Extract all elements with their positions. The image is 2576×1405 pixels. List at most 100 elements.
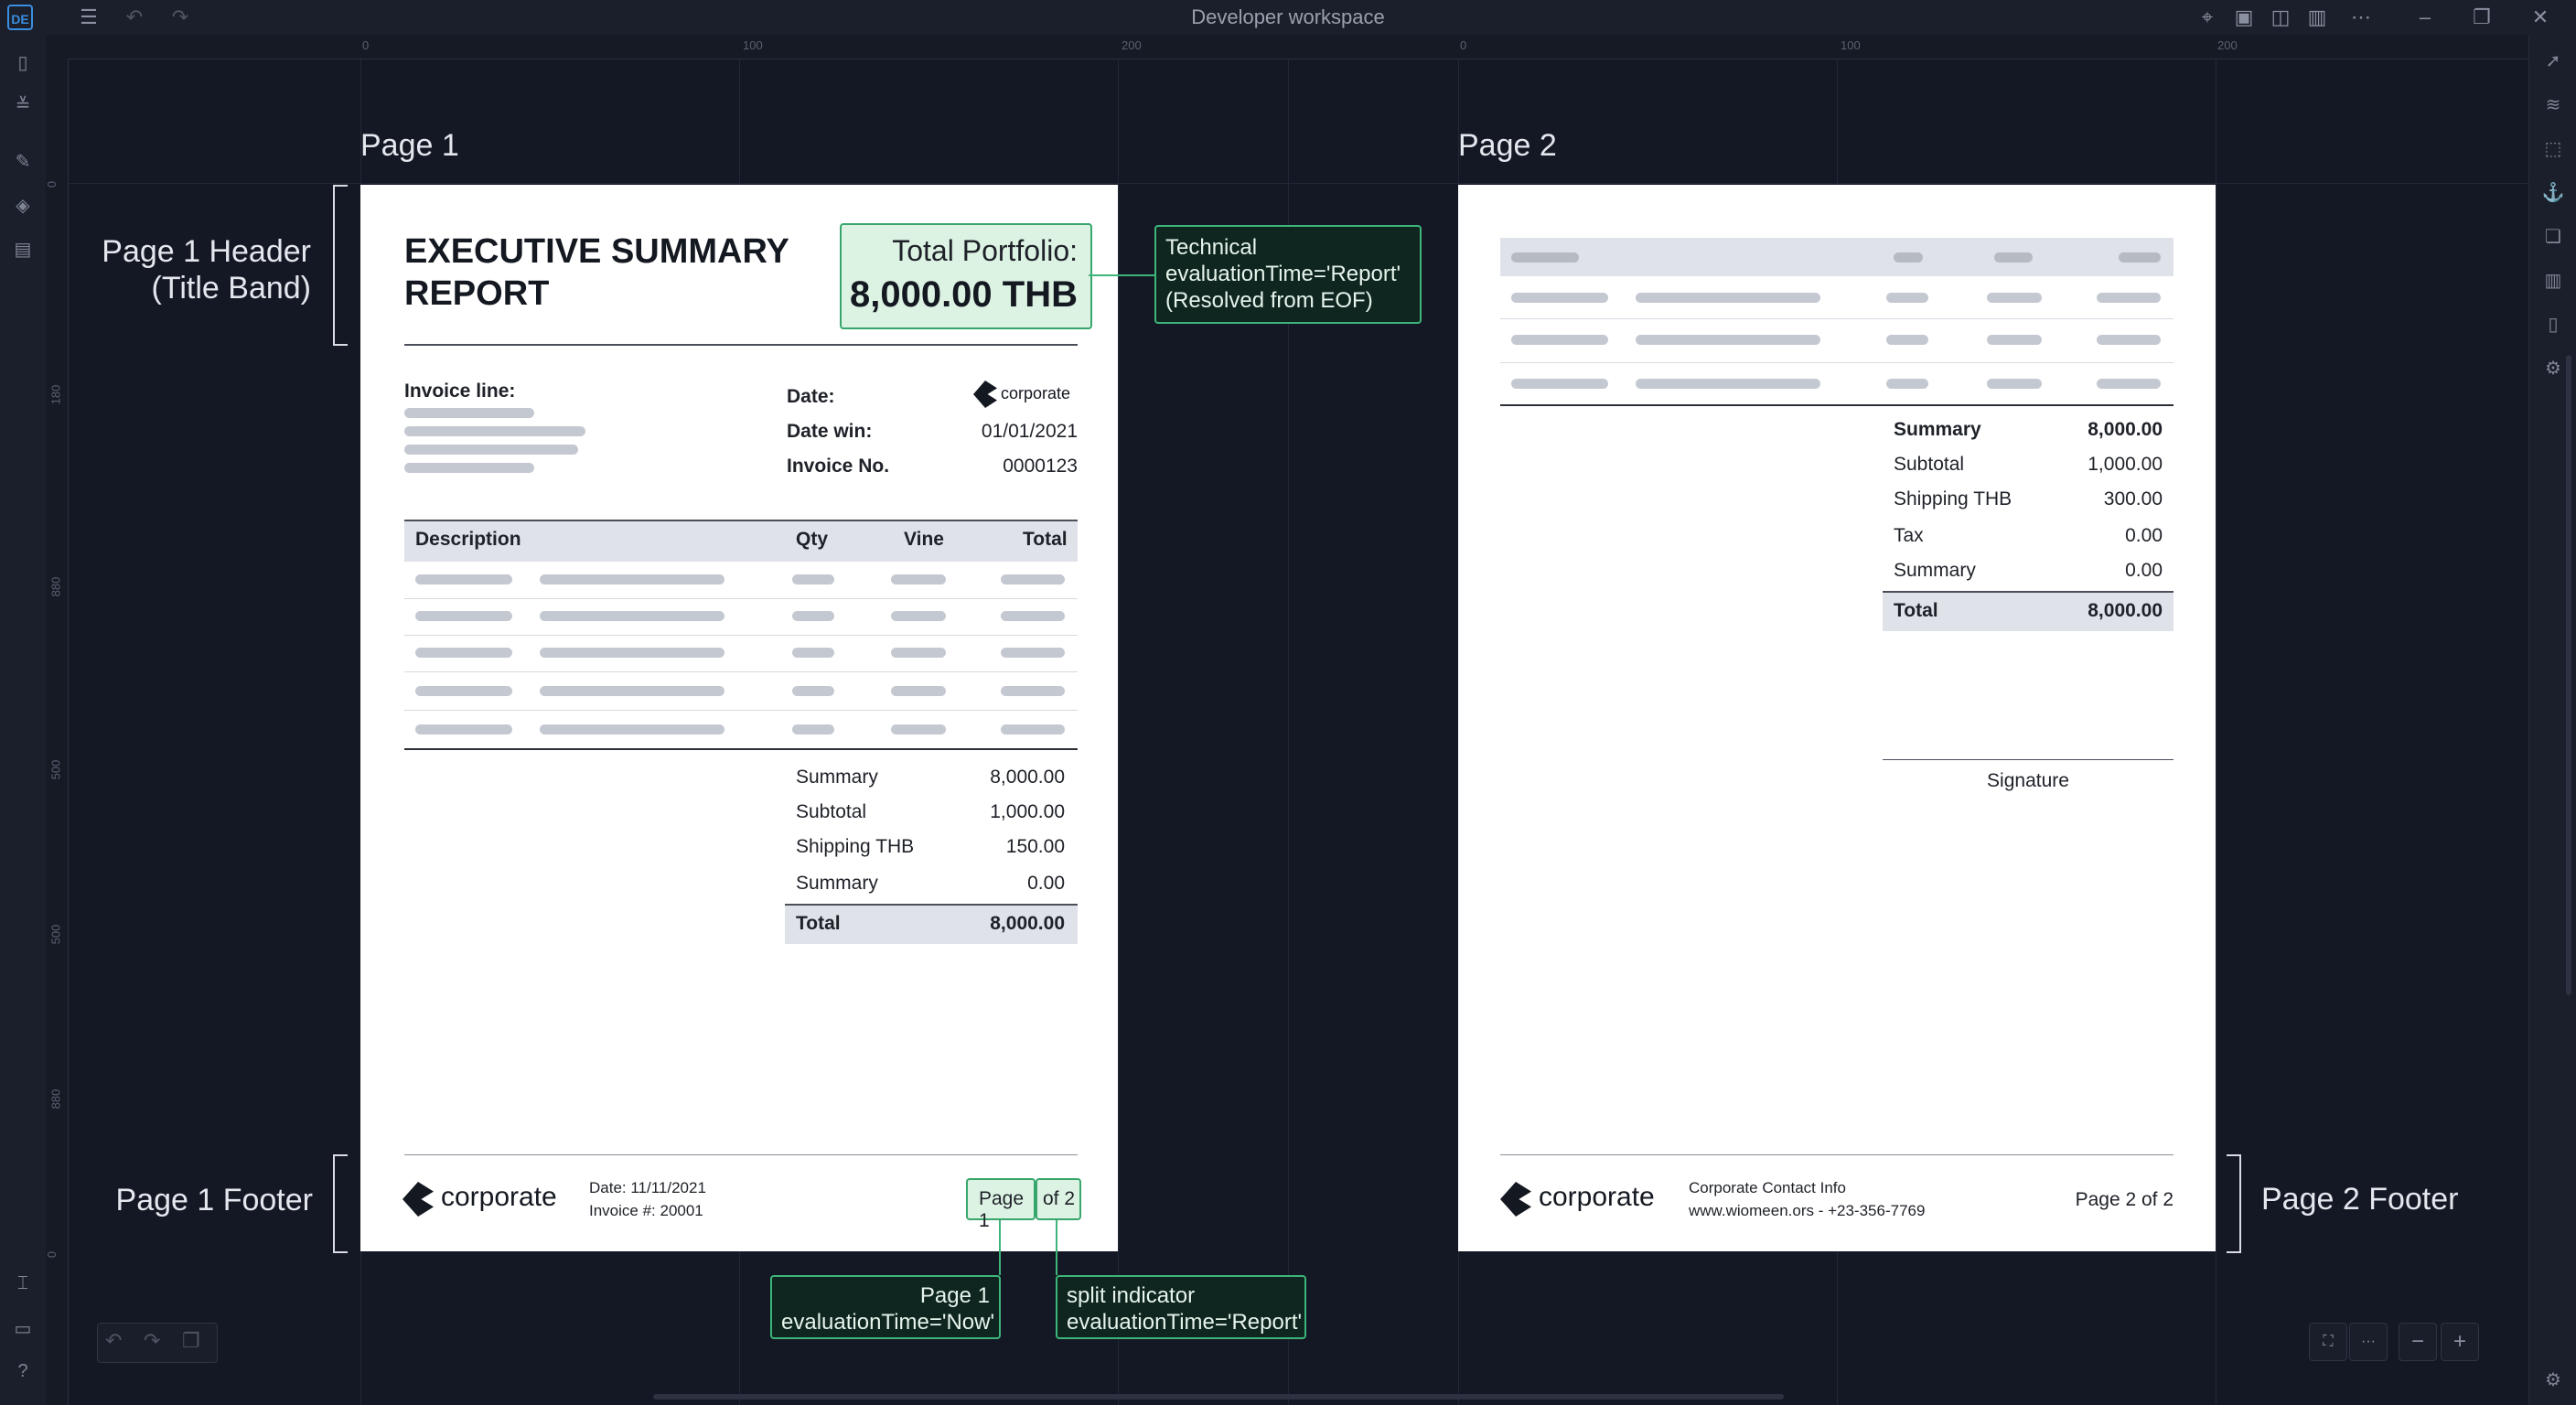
zoom-in-button[interactable]: + [2441, 1323, 2479, 1361]
totals-value: 0.00 [2125, 525, 2163, 546]
page-now-callout[interactable]: Page 1 evaluationTime='Now' [770, 1275, 1001, 1339]
undo-icon[interactable]: ↶ [105, 1329, 122, 1353]
vertical-scrollbar[interactable] [2566, 355, 2571, 995]
table-row[interactable] [404, 635, 1078, 672]
ruler-tick: 200 [1122, 38, 1142, 52]
col-vine: Vine [904, 529, 944, 550]
redo-icon[interactable]: ↷ [165, 4, 196, 31]
totals-value: 0.00 [1027, 873, 1065, 894]
ruler-tick: 500 [48, 924, 63, 945]
totals-label: Shipping THB [796, 836, 915, 857]
grand-total-label: Total [796, 913, 841, 934]
table-body [404, 562, 1078, 750]
file-icon[interactable]: ▯ [9, 49, 37, 77]
totals-value: 8,000.00 [2088, 419, 2163, 440]
crop-icon[interactable]: ⬚ [2539, 135, 2567, 163]
callout-connector [1056, 1220, 1057, 1275]
anchor-icon[interactable]: ⚓ [2539, 179, 2567, 207]
table-row[interactable] [1500, 318, 2174, 363]
panel-icon[interactable]: ▥ [2302, 4, 2333, 31]
totals-label: Summary [1894, 560, 1976, 581]
footer-meta: Date: 11/11/2021 Invoice #: 20001 [589, 1176, 706, 1222]
invoice-line-label: Invoice line: [404, 381, 516, 402]
pencil-icon[interactable]: ✎ [9, 148, 37, 176]
col-total: Total [1023, 529, 1068, 550]
table-row[interactable] [404, 710, 1078, 750]
ruler-tick: 0 [1460, 38, 1467, 52]
totals-label: Tax [1894, 525, 1924, 546]
table-row[interactable] [404, 598, 1078, 636]
grand-total-row: Total 8,000.00 [785, 904, 1078, 944]
ruler-top: 0 100 200 0 100 200 [46, 35, 2528, 59]
contact-line: www.wiomeen.ors - +23-356-7769 [1689, 1202, 1926, 1219]
table-row[interactable] [1500, 362, 2174, 406]
grid-line [1118, 59, 1119, 1405]
menu-icon[interactable]: ☰ [73, 4, 104, 31]
help-icon[interactable]: ? [9, 1357, 37, 1385]
table-row[interactable] [404, 562, 1078, 599]
page1[interactable]: EXECUTIVE SUMMARY REPORT Total Portfolio… [360, 185, 1118, 1251]
window-title: Developer workspace [1191, 5, 1385, 28]
ruler-tick: 0 [45, 1250, 59, 1259]
duplicate-icon[interactable]: ❐ [182, 1329, 200, 1353]
footer-brand-text: corporate [441, 1182, 557, 1212]
corporate-logo-icon [1500, 1182, 1531, 1217]
gear-icon[interactable]: ⚙ [2539, 355, 2567, 382]
page-current-text: Page 1 [979, 1188, 1025, 1231]
table-row[interactable] [1500, 276, 2174, 319]
layers-icon[interactable]: ≋ [2539, 91, 2567, 119]
horizontal-scrollbar[interactable] [653, 1394, 1784, 1400]
cursor-icon[interactable]: ⌖ [2192, 4, 2223, 31]
layout-icon[interactable]: ◫ [2265, 4, 2296, 31]
settings-icon[interactable]: ⚙ [2539, 1367, 2567, 1394]
component-icon[interactable]: ◈ [9, 192, 37, 220]
zoom-out-button[interactable]: − [2399, 1323, 2437, 1361]
pointer-icon[interactable]: ➚ [2539, 48, 2567, 75]
totals-label: Summary [1894, 419, 1981, 440]
frame-icon[interactable]: ▣ [2228, 4, 2259, 31]
meta-value: 01/01/2021 [981, 421, 1078, 442]
table-header: Description Qty Vine Total [404, 520, 1078, 562]
technical-callout-line1: Technical [1165, 235, 1258, 260]
left-toolbar: ▯ ≚ ✎ ◈ ▤ ⌶ ▭ ? [0, 35, 47, 1405]
maximize-icon[interactable]: ❐ [2466, 4, 2497, 31]
technical-callout[interactable]: Technical evaluationTime='Report' (Resol… [1154, 225, 1422, 324]
copy-icon[interactable]: ❏ [2539, 223, 2567, 251]
zoom-level[interactable]: ··· [2349, 1323, 2388, 1361]
brand-small-text: corporate [1001, 384, 1071, 402]
folder-icon[interactable]: ▭ [9, 1315, 37, 1343]
export-icon[interactable]: ▯ [2539, 311, 2567, 338]
page2[interactable]: Summary 8,000.00 Subtotal 1,000.00 Shipp… [1458, 185, 2216, 1251]
table-header [1500, 238, 2174, 276]
brush-icon[interactable]: ⌶ [9, 1270, 37, 1297]
totals-value: 1,000.00 [2088, 454, 2163, 475]
col-qty: Qty [796, 529, 829, 550]
minimize-icon[interactable]: – [2410, 4, 2441, 31]
chart-tool-icon[interactable]: ≚ [9, 91, 37, 119]
totals-label: Summary [796, 873, 878, 894]
footer-divider [404, 1154, 1078, 1155]
footer-date: Date: 11/11/2021 [589, 1179, 706, 1196]
image-icon[interactable]: ▤ [9, 236, 37, 263]
table-row[interactable] [404, 671, 1078, 711]
close-icon[interactable]: ✕ [2525, 4, 2556, 31]
grand-total-value: 8,000.00 [2088, 600, 2163, 621]
page-total-field[interactable]: of 2 [1036, 1178, 1081, 1220]
total-portfolio-box[interactable]: Total Portfolio: 8,000.00 THB [840, 223, 1092, 329]
footer-divider [1500, 1154, 2174, 1155]
columns-icon[interactable]: ▥ [2539, 267, 2567, 295]
ruler-tick: 500 [48, 759, 63, 780]
placeholder-line [404, 463, 534, 473]
split-indicator-callout[interactable]: split indicator evaluationTime='Report' [1056, 1275, 1306, 1339]
undo-icon[interactable]: ↶ [119, 4, 150, 31]
footer-bracket [333, 1154, 348, 1253]
fit-icon[interactable]: ⛶ [2309, 1323, 2347, 1361]
page-number-field[interactable]: Page 1 [966, 1178, 1036, 1231]
more-icon[interactable]: ⋯ [2345, 4, 2377, 31]
page-now-callout-line2: evaluationTime='Now' [781, 1310, 995, 1335]
technical-callout-line2: evaluationTime='Report' [1165, 262, 1401, 286]
page2-footer-label: Page 2 Footer [2261, 1182, 2459, 1217]
app-logo-icon[interactable]: DE [7, 5, 33, 30]
redo-icon[interactable]: ↷ [144, 1329, 160, 1353]
right-toolbar: ➚ ≋ ⬚ ⚓ ❏ ▥ ▯ ⚙ ⚙ [2528, 35, 2576, 1405]
